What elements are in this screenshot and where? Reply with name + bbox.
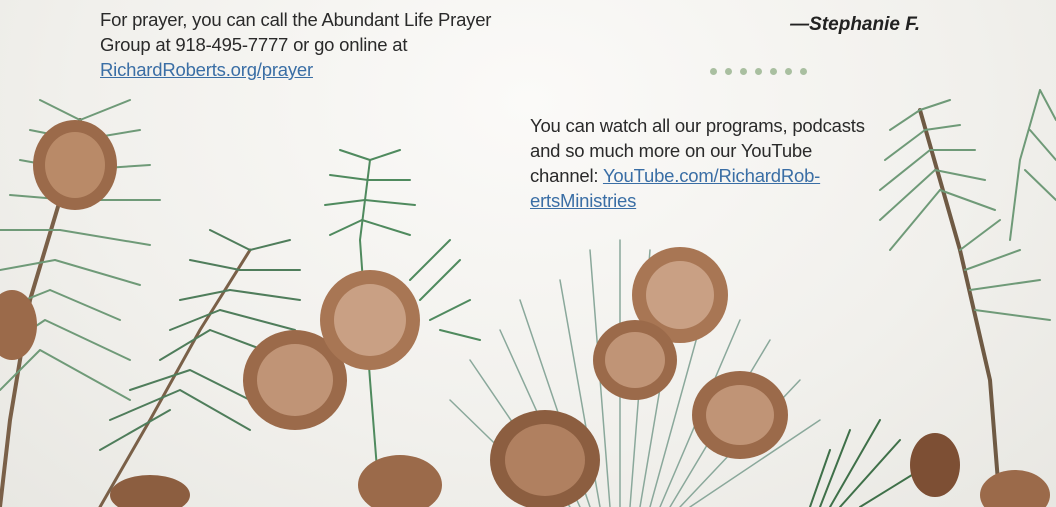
divider-dot xyxy=(770,68,777,75)
youtube-link-part2: ertsMinistries xyxy=(530,190,637,211)
page-canvas: For prayer, you can call the Abundant Li… xyxy=(0,0,1056,507)
dot-divider xyxy=(710,68,807,75)
divider-dot xyxy=(785,68,792,75)
divider-dot xyxy=(755,68,762,75)
prayer-text: For prayer, you can call the Abundant Li… xyxy=(100,9,492,55)
attribution: —Stephanie F. xyxy=(760,14,920,36)
divider-dot xyxy=(800,68,807,75)
youtube-info: You can watch all our programs, podcasts… xyxy=(530,113,880,213)
youtube-link-part1: YouTube.com/RichardRob- xyxy=(602,165,821,186)
prayer-link[interactable]: RichardRoberts.org/prayer xyxy=(100,59,313,80)
divider-dot xyxy=(725,68,732,75)
prayer-info: For prayer, you can call the Abundant Li… xyxy=(100,7,495,82)
divider-dot xyxy=(740,68,747,75)
attribution-dash: — xyxy=(790,14,810,35)
attribution-name: Stephanie F. xyxy=(809,14,920,35)
divider-dot xyxy=(710,68,717,75)
